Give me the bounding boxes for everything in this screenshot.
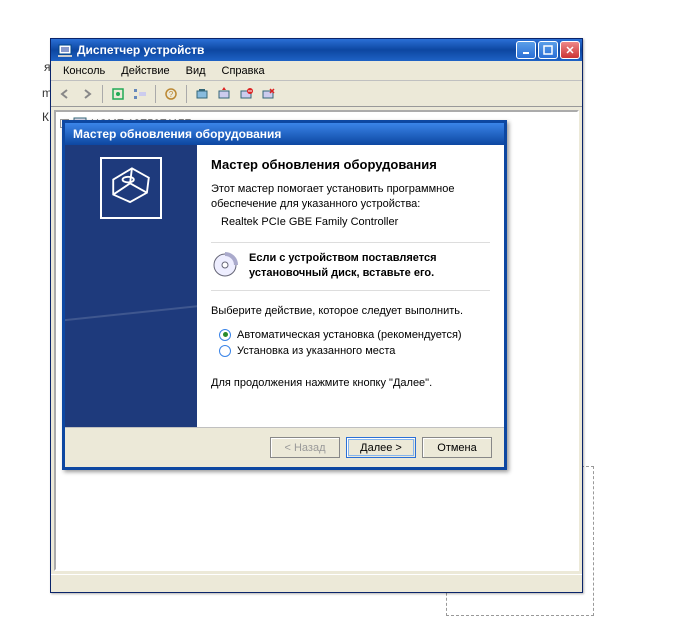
radio-specify-location[interactable]: Установка из указанного места (211, 343, 490, 359)
radio-auto-label: Автоматическая установка (рекомендуется) (237, 329, 462, 341)
minimize-button[interactable] (516, 41, 536, 59)
close-button[interactable] (560, 41, 580, 59)
cd-icon (211, 251, 239, 282)
select-action-text: Выберите действие, которое следует выпол… (211, 305, 490, 317)
next-button[interactable]: Далее > (346, 437, 416, 458)
wizard-graphic-icon (100, 157, 162, 219)
toolbar-help-icon[interactable]: ? (161, 84, 181, 104)
wizard-titlebar[interactable]: Мастер обновления оборудования (65, 123, 504, 145)
toolbar-tree-icon[interactable] (130, 84, 150, 104)
toolbar-separator (186, 85, 187, 103)
toolbar: ? (51, 81, 582, 107)
wizard-heading: Мастер обновления оборудования (211, 157, 490, 172)
continue-hint-text: Для продолжения нажмите кнопку "Далее". (211, 377, 490, 389)
svg-text:?: ? (169, 90, 174, 99)
wizard-buttonbar: < Назад Далее > Отмена (65, 427, 504, 467)
menu-console[interactable]: Консоль (55, 63, 113, 79)
wizard-sidebar (65, 145, 197, 427)
wizard-title-text: Мастер обновления оборудования (73, 127, 281, 141)
wizard-description: Этот мастер помогает установить программ… (211, 182, 490, 212)
radio-manual-label: Установка из указанного места (237, 345, 395, 357)
device-name-text: Realtek PCIe GBE Family Controller (211, 216, 490, 228)
titlebar[interactable]: Диспетчер устройств (51, 39, 582, 61)
toolbar-forward-icon[interactable] (77, 84, 97, 104)
toolbar-separator (102, 85, 103, 103)
radio-unchecked-icon (219, 345, 231, 357)
menu-help[interactable]: Справка (214, 63, 273, 79)
toolbar-update-icon[interactable] (214, 84, 234, 104)
toolbar-disable-icon[interactable] (236, 84, 256, 104)
toolbar-separator (155, 85, 156, 103)
back-button: < Назад (270, 437, 340, 458)
radio-checked-icon (219, 329, 231, 341)
menu-action[interactable]: Действие (113, 63, 177, 79)
maximize-button[interactable] (538, 41, 558, 59)
wizard-content: Мастер обновления оборудования Этот маст… (197, 145, 504, 427)
toolbar-properties-icon[interactable] (108, 84, 128, 104)
cancel-button[interactable]: Отмена (422, 437, 492, 458)
bg-char: К (42, 110, 49, 124)
menubar: Консоль Действие Вид Справка (51, 61, 582, 81)
toolbar-uninstall-icon[interactable] (258, 84, 278, 104)
app-icon (57, 42, 73, 58)
toolbar-scan-icon[interactable] (192, 84, 212, 104)
toolbar-back-icon[interactable] (55, 84, 75, 104)
window-title: Диспетчер устройств (77, 43, 514, 57)
hardware-update-wizard: Мастер обновления оборудования Мастер об… (62, 120, 507, 470)
radio-auto-install[interactable]: Автоматическая установка (рекомендуется) (211, 327, 490, 343)
menu-view[interactable]: Вид (178, 63, 214, 79)
statusbar (51, 574, 582, 592)
insert-disc-text: Если с устройством поставляется установо… (249, 251, 490, 281)
